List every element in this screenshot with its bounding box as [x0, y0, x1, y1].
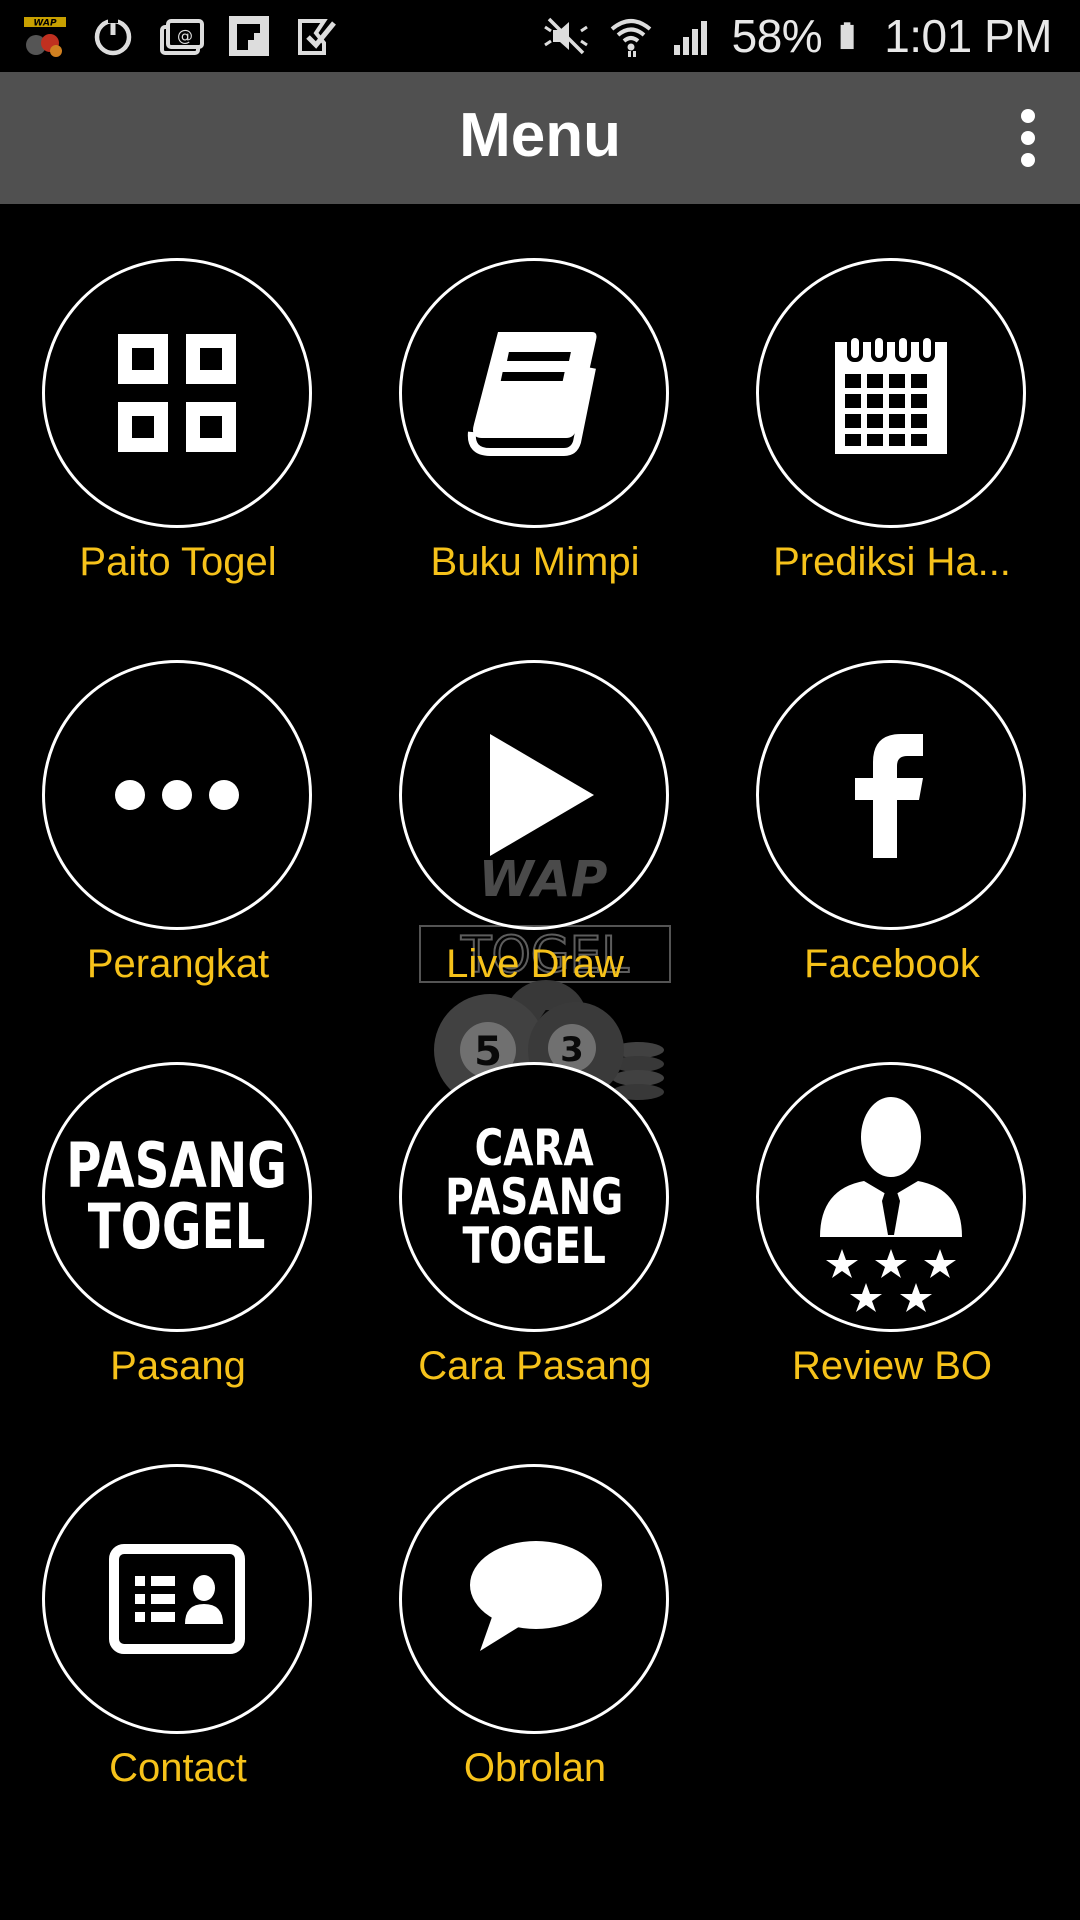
menu-item-circle[interactable]: [42, 660, 312, 930]
book-icon: [467, 332, 597, 456]
more-horiz-icon: [115, 780, 239, 810]
person-stars-icon: [820, 1097, 962, 1312]
contact-card-icon: [109, 1544, 245, 1654]
menu-item-facebook[interactable]: Facebook: [714, 660, 1070, 1000]
menu-item-contact[interactable]: Contact: [0, 1464, 356, 1804]
menu-item-review-bo[interactable]: Review BO: [714, 1062, 1070, 1402]
menu-item-pasang[interactable]: PASANG TOGEL Pasang: [0, 1062, 356, 1402]
screen: WAP @ 58% 1:01 PM Menu WAP TOGEL 5 3 Pai…: [0, 0, 1080, 1920]
menu-item-obrolan[interactable]: Obrolan: [357, 1464, 713, 1804]
chat-bubble-icon: [470, 1541, 602, 1651]
menu-item-label: Contact: [109, 1746, 247, 1790]
menu-item-circle[interactable]: [42, 1464, 312, 1734]
facebook-icon: [855, 734, 923, 858]
menu-item-circle[interactable]: [756, 258, 1026, 528]
menu-item-label: Review BO: [791, 1344, 993, 1388]
menu-item-circle[interactable]: [756, 1062, 1026, 1332]
menu-item-circle[interactable]: [399, 1464, 669, 1734]
menu-item-circle[interactable]: CARA PASANG TOGEL: [399, 1062, 669, 1332]
menu-item-prediksi[interactable]: Prediksi Ha...: [714, 258, 1070, 598]
menu-item-label: Obrolan: [463, 1746, 607, 1790]
menu-item-circle[interactable]: [42, 258, 312, 528]
menu-item-circle[interactable]: [399, 258, 669, 528]
menu-item-live-draw[interactable]: Live Draw: [357, 660, 713, 1000]
pasang-togel-icon: PASANG TOGEL: [66, 1129, 288, 1263]
menu-item-label: Buku Mimpi: [430, 540, 640, 584]
play-icon: [490, 734, 594, 856]
menu-item-paito-togel[interactable]: Paito Togel: [0, 258, 356, 598]
menu-item-circle[interactable]: [756, 660, 1026, 930]
grid-icon: [118, 334, 236, 452]
menu-item-circle[interactable]: PASANG TOGEL: [42, 1062, 312, 1332]
menu-item-label: Facebook: [804, 942, 980, 986]
menu-item-label: Pasang: [110, 1344, 246, 1388]
menu-item-label: Perangkat: [86, 942, 270, 986]
menu-item-label: Live Draw: [446, 942, 624, 986]
menu-item-circle[interactable]: [399, 660, 669, 930]
menu-item-perangkat[interactable]: Perangkat: [0, 660, 356, 1000]
menu-item-buku-mimpi[interactable]: Buku Mimpi: [357, 258, 713, 598]
menu-grid: Paito Togel Buku Mimpi Prediksi Ha... Pe…: [0, 0, 1080, 1920]
menu-item-cara-pasang[interactable]: CARA PASANG TOGEL Cara Pasang: [357, 1062, 713, 1402]
menu-item-label: Paito Togel: [79, 540, 277, 584]
menu-item-label: Prediksi Ha...: [773, 540, 1011, 584]
calendar-icon: [835, 334, 947, 454]
cara-pasang-togel-icon: CARA PASANG TOGEL: [444, 1118, 624, 1275]
menu-item-label: Cara Pasang: [418, 1344, 652, 1388]
